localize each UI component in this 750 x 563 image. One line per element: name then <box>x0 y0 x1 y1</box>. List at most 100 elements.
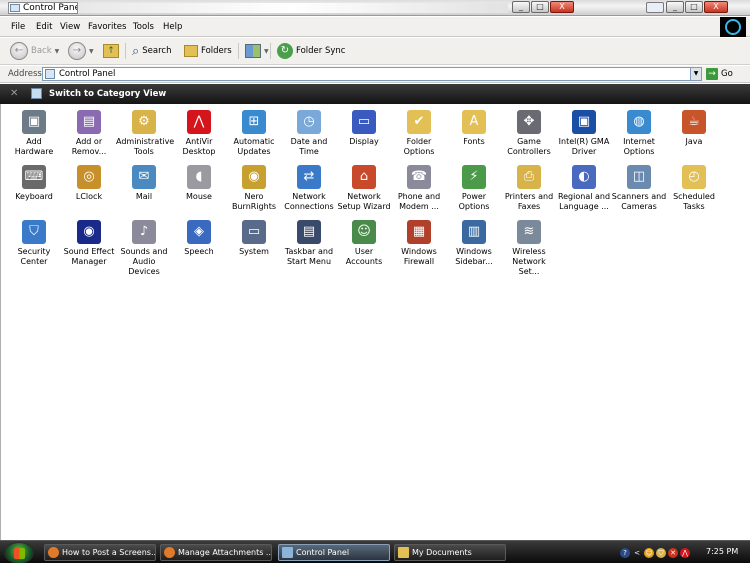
up-folder-button[interactable]: ↑ <box>103 41 119 61</box>
control-panel-item[interactable]: ◍ Internet Options <box>611 110 667 157</box>
control-panel-item[interactable]: ◉ Nero BurnRights <box>226 165 282 212</box>
taskbar-button-manage-attachments[interactable]: Manage Attachments ... <box>160 544 272 561</box>
control-panel-item[interactable]: ⌨ Keyboard <box>6 165 62 202</box>
address-dropdown-icon[interactable]: ▼ <box>690 68 701 80</box>
control-panel-item[interactable]: ☎ Phone and Modem ... <box>391 165 447 212</box>
menu-file[interactable]: File <box>11 22 25 32</box>
control-panel-item[interactable]: ☕ Java <box>666 110 722 147</box>
taskbar-button-control-panel[interactable]: Control Panel <box>278 544 390 561</box>
folder-sync-button[interactable]: ↻ Folder Sync <box>277 41 345 61</box>
control-panel-item[interactable]: ✥ Game Controllers <box>501 110 557 157</box>
control-panel-item[interactable]: ♪ Sounds and Audio Devices <box>116 220 172 277</box>
tray-expand-icon[interactable]: < <box>632 548 642 558</box>
mouse-icon: ◖ <box>187 165 211 189</box>
folders-icon <box>184 45 198 57</box>
menu-view[interactable]: View <box>60 22 80 32</box>
control-panel-item[interactable]: ⛉ Security Center <box>6 220 62 267</box>
menu-tools[interactable]: Tools <box>133 22 154 32</box>
outer-close-button[interactable]: X <box>704 1 728 13</box>
menu-help[interactable]: Help <box>163 22 182 32</box>
control-panel-item[interactable]: ▤ Taskbar and Start Menu <box>281 220 337 267</box>
control-panel-item-label: Sound Effect Manager <box>63 247 115 266</box>
go-label: Go <box>721 69 733 79</box>
mail-icon: ✉ <box>132 165 156 189</box>
toolbar: ← Back ▼ → ▼ ↑ ⌕ Search Folders ▼ ↻ Fold… <box>0 38 750 65</box>
menu-favorites[interactable]: Favorites <box>88 22 126 32</box>
taskbar-button-how-to-post[interactable]: How to Post a Screens... <box>44 544 156 561</box>
control-panel-item[interactable]: ◖ Mouse <box>171 165 227 202</box>
control-panel-item[interactable]: ▦ Windows Firewall <box>391 220 447 267</box>
internet-options-icon: ◍ <box>627 110 651 134</box>
sound-effect-manager-icon: ◉ <box>77 220 101 244</box>
control-panel-item-label: AntiVir Desktop <box>182 137 216 156</box>
control-panel-item-label: Automatic Updates <box>233 137 275 156</box>
control-panel-item[interactable]: ⚡ Power Options <box>446 165 502 212</box>
control-panel-item-label: Add Hardware <box>14 137 54 156</box>
control-panel-item[interactable]: ⋀ AntiVir Desktop <box>171 110 227 157</box>
taskbar-button-my-documents[interactable]: My Documents <box>394 544 506 561</box>
control-panel-item[interactable]: ≋ Wireless Network Set... <box>501 220 557 277</box>
views-button[interactable]: ▼ <box>245 41 269 61</box>
back-button[interactable]: ← Back ▼ <box>10 41 59 61</box>
windows-logo-icon <box>720 17 746 37</box>
control-panel-item-label: Fonts <box>463 137 485 146</box>
sync-icon: ↻ <box>277 43 293 59</box>
control-panel-item[interactable]: ▤ Add or Remov... <box>61 110 117 157</box>
control-panel-item[interactable]: ◴ Scheduled Tasks <box>666 165 722 212</box>
outer-maximize-button[interactable]: □ <box>685 1 703 13</box>
close-icon[interactable]: ✕ <box>10 88 18 99</box>
close-button[interactable]: X <box>550 1 574 13</box>
messenger-icon[interactable]: ☺ <box>644 547 654 558</box>
outer-minimize-button[interactable]: _ <box>666 1 684 13</box>
control-panel-item[interactable]: ⌂ Network Setup Wizard <box>336 165 392 212</box>
control-panel-item[interactable]: ▣ Intel(R) GMA Driver <box>556 110 612 157</box>
control-panel-item[interactable]: ⊞ Automatic Updates <box>226 110 282 157</box>
folders-button[interactable]: Folders <box>184 41 232 61</box>
shield-icon[interactable]: ⛉ <box>656 547 666 558</box>
back-arrow-icon: ← <box>10 42 28 60</box>
antivir-icon: ⋀ <box>187 110 211 134</box>
up-folder-icon: ↑ <box>103 44 119 58</box>
go-button[interactable]: → Go <box>706 67 746 81</box>
control-panel-item[interactable]: A Fonts <box>446 110 502 147</box>
game-controllers-icon: ✥ <box>517 110 541 134</box>
control-panel-item[interactable]: ◈ Speech <box>171 220 227 257</box>
forward-button[interactable]: → ▼ <box>68 41 94 61</box>
search-icon: ⌕ <box>132 43 140 59</box>
address-input[interactable]: Control Panel ▼ <box>42 67 702 81</box>
control-panel-item[interactable]: ✉ Mail <box>116 165 172 202</box>
automatic-updates-icon: ⊞ <box>242 110 266 134</box>
menu-edit[interactable]: Edit <box>36 22 52 32</box>
scheduled-tasks-icon: ◴ <box>682 165 706 189</box>
maximize-button[interactable]: □ <box>531 1 549 13</box>
security-alert-icon[interactable]: ✕ <box>668 547 678 558</box>
control-panel-icon <box>10 4 20 12</box>
control-panel-item[interactable]: ▭ Display <box>336 110 392 147</box>
control-panel-item[interactable]: ⎙ Printers and Faxes <box>501 165 557 212</box>
search-button[interactable]: ⌕ Search <box>132 41 171 61</box>
control-panel-item[interactable]: ✔ Folder Options <box>391 110 447 157</box>
control-panel-item[interactable]: ▭ System <box>226 220 282 257</box>
user-accounts-icon: ☺ <box>352 220 376 244</box>
control-panel-item[interactable]: ▣ Add Hardware <box>6 110 62 157</box>
control-panel-item[interactable]: ◷ Date and Time <box>281 110 337 157</box>
views-icon <box>245 44 261 58</box>
menu-bar: File Edit View Favorites Tools Help <box>0 17 750 37</box>
minimize-button[interactable]: _ <box>512 1 530 13</box>
control-panel-item[interactable]: ▥ Windows Sidebar... <box>446 220 502 267</box>
switch-category-view-link[interactable]: Switch to Category View <box>49 89 166 99</box>
control-panel-item[interactable]: ◉ Sound Effect Manager <box>61 220 117 267</box>
speech-icon: ◈ <box>187 220 211 244</box>
antivir-tray-icon[interactable]: ⋀ <box>680 547 690 558</box>
control-panel-item[interactable]: ◫ Scanners and Cameras <box>611 165 667 212</box>
control-panel-item[interactable]: ◎ LClock <box>61 165 117 202</box>
control-panel-item[interactable]: ☺ User Accounts <box>336 220 392 267</box>
control-panel-item[interactable]: ⚙ Administrative Tools <box>116 110 175 157</box>
control-panel-item-label: Display <box>349 137 379 146</box>
control-panel-item[interactable]: ⇄ Network Connections <box>281 165 337 212</box>
control-panel-item-label: Administrative Tools <box>116 137 175 156</box>
help-icon[interactable]: ? <box>620 547 630 558</box>
start-button[interactable] <box>4 542 34 563</box>
control-panel-item[interactable]: ◐ Regional and Language ... <box>556 165 612 212</box>
system-icon: ▭ <box>242 220 266 244</box>
